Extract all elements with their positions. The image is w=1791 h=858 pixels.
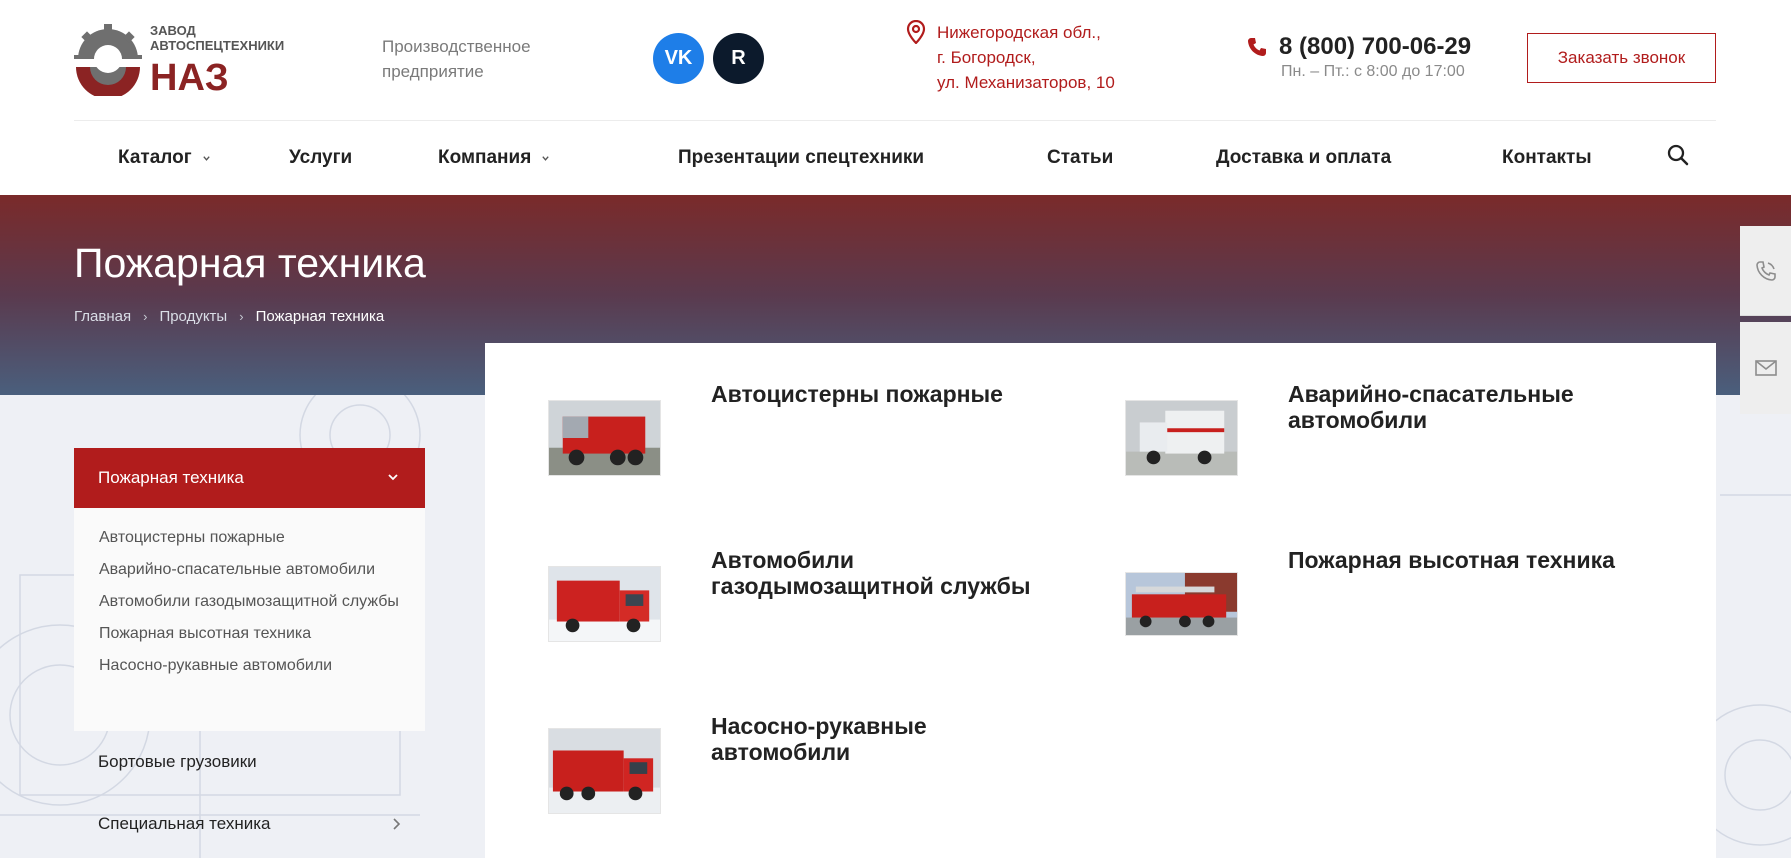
nav-company[interactable]: Компания [438,121,550,195]
svg-text:ЗАВОД: ЗАВОД [150,23,197,38]
location-pin-icon [906,20,926,44]
address: Нижегородская обл., г. Богородск, ул. Ме… [937,20,1115,95]
phone-tab-icon [1755,260,1776,281]
main-nav: Каталог Услуги Компания Презентации спец… [0,121,1791,195]
product-title[interactable]: Пожарная высотная техника [1288,547,1648,573]
site-header: ЗАВОД АВТОСПЕЦТЕХНИКИ НАЗ Производственн… [0,0,1791,120]
sidebar-item-fire-equipment[interactable]: Пожарная техника [74,448,425,508]
breadcrumb-current: Пожарная техника [255,308,385,325]
sidebar-subitem[interactable]: Автоцистерны пожарные [99,526,399,550]
sidebar-item-trucks[interactable]: Бортовые грузовики [98,752,257,772]
chevron-right-icon: › [143,309,148,324]
nav-label: Каталог [118,147,192,168]
address-line: Нижегородская обл., [937,23,1101,42]
product-title[interactable]: Аварийно-спасательные автомобили [1288,381,1648,433]
product-title[interactable]: Автоцистерны пожарные [711,381,1071,407]
tagline: Производственное предприятие [382,37,531,81]
nav-label: Доставка и оплата [1216,147,1392,168]
sidebar-item-label: Пожарная техника [98,468,244,487]
vk-button[interactable]: VK [653,33,704,84]
nav-label: Компания [438,147,532,168]
truck-image [549,729,660,813]
nav-contacts[interactable]: Контакты [1502,121,1592,195]
sidebar-subitem[interactable]: Автомобили газодымозащитной службы [99,590,399,614]
callback-button[interactable]: Заказать звонок [1527,33,1716,83]
floating-mail-tab[interactable] [1740,322,1791,414]
phone-icon [1248,38,1266,56]
product-image[interactable] [548,566,661,642]
nav-presentations[interactable]: Презентации спецтехники [678,121,924,195]
truck-image [1126,401,1237,475]
products-grid: Автоцистерны пожарные Аварийно-спасатель… [485,343,1716,858]
nav-services[interactable]: Услуги [289,121,352,195]
working-hours: Пн. – Пт.: с 8:00 до 17:00 [1281,63,1465,80]
address-line: г. Богородск, [937,48,1036,67]
floating-call-tab[interactable] [1740,226,1791,316]
address-line: ул. Механизаторов, 10 [937,73,1115,92]
nav-label: Контакты [1502,147,1592,168]
breadcrumb: Главная › Продукты › Пожарная техника [74,308,384,325]
nav-label: Услуги [289,147,353,168]
svg-text:НАЗ: НАЗ [150,57,229,96]
chevron-down-icon [388,474,398,481]
chevron-right-icon: › [239,309,244,324]
logo[interactable]: ЗАВОД АВТОСПЕЦТЕХНИКИ НАЗ [74,22,318,96]
nav-label: Статьи [1047,147,1114,168]
product-image[interactable] [548,400,661,476]
svg-text:АВТОСПЕЦТЕХНИКИ: АВТОСПЕЦТЕХНИКИ [150,38,284,53]
nav-catalog[interactable]: Каталог [118,121,211,195]
nav-delivery[interactable]: Доставка и оплата [1216,121,1391,195]
phone-number[interactable]: 8 (800) 700-06-29 [1279,33,1471,61]
mail-tab-icon [1754,360,1777,376]
sidebar-submenu: Автоцистерны пожарные Аварийно-спасатель… [74,508,425,731]
sidebar-subitem[interactable]: Аварийно-спасательные автомобили [99,558,399,582]
rutube-icon: R [731,47,746,69]
chevron-down-icon [202,155,210,161]
chevron-down-icon [542,155,550,161]
rutube-button[interactable]: R [713,33,764,84]
chevron-right-icon [393,818,401,830]
nav-label: Презентации спецтехники [678,147,925,168]
product-image[interactable] [1125,400,1238,476]
sidebar-item-special[interactable]: Специальная техника [98,814,271,834]
sidebar-subitem[interactable]: Пожарная высотная техника [99,622,399,646]
product-title[interactable]: Насосно-рукавные автомобили [711,713,1071,765]
product-image[interactable] [548,728,661,814]
truck-image [549,401,660,475]
truck-image [549,567,660,641]
sidebar-subitem[interactable]: Насосно-рукавные автомобили [99,654,399,678]
truck-image [1126,573,1237,635]
page-title: Пожарная техника [74,240,426,286]
product-image[interactable] [1125,572,1238,636]
logo-mark: ЗАВОД АВТОСПЕЦТЕХНИКИ НАЗ [74,23,284,96]
vk-icon: VK [664,47,693,69]
breadcrumb-home[interactable]: Главная [74,308,131,325]
breadcrumb-products[interactable]: Продукты [159,308,227,325]
nav-articles[interactable]: Статьи [1047,121,1113,195]
product-title[interactable]: Автомобили газодымозащитной службы [711,547,1071,599]
search-icon[interactable] [1666,143,1690,167]
